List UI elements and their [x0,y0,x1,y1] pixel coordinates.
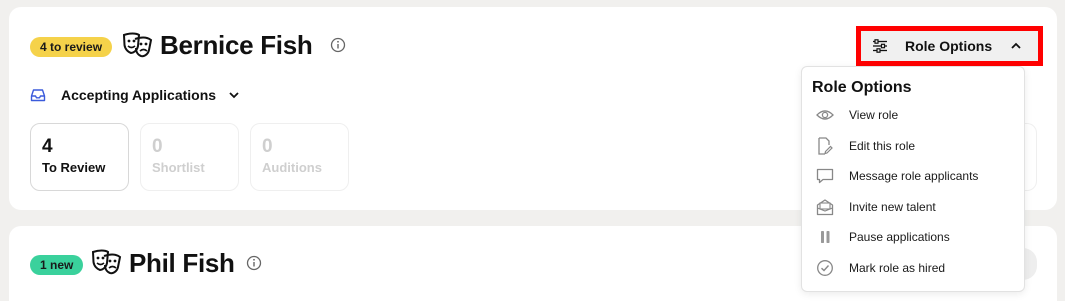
stat-value: 0 [262,136,273,157]
chevron-up-icon [1011,42,1021,49]
edit-document-icon [816,137,834,155]
stat-value: 4 [42,136,53,157]
role-options-menu: Role Options View role Edit this role Me… [801,66,1025,292]
stat-label: Shortlist [152,160,205,175]
new-count-badge: 1 new [30,255,84,275]
stat-shortlist[interactable]: 0 Shortlist [140,123,239,191]
review-count-badge: 4 to review [30,37,113,57]
stat-value: 0 [152,136,163,157]
stat-to-review[interactable]: 4 To Review [30,123,129,191]
eye-icon [816,106,834,124]
chevron-down-icon [229,92,239,99]
role-options-label: Role Options [905,38,993,54]
menu-item-label: Edit this role [849,139,916,153]
menu-item-pause-applications[interactable]: Pause applications [816,226,950,248]
role-options-button[interactable]: Role Options [856,26,1043,66]
menu-item-label: Mark role as hired [849,261,946,275]
stat-label: To Review [42,160,106,175]
menu-item-message-applicants[interactable]: Message role applicants [816,165,978,187]
invite-envelope-icon [816,198,834,216]
check-circle-icon [816,259,834,277]
menu-item-edit-role[interactable]: Edit this role [816,135,915,157]
chat-bubble-icon [816,167,834,185]
stat-auditions[interactable]: 0 Auditions [250,123,349,191]
menu-item-label: Message role applicants [849,169,979,183]
menu-item-label: Invite new talent [849,200,936,214]
menu-item-label: Pause applications [849,230,950,244]
menu-item-view-role[interactable]: View role [816,104,898,126]
options-button-edge [1023,248,1037,280]
stat-label: Auditions [262,160,322,175]
theater-masks-icon [122,32,153,58]
menu-title: Role Options [812,79,912,96]
info-icon[interactable] [246,255,262,271]
status-label: Accepting Applications [61,87,217,103]
pause-icon [816,228,834,246]
theater-masks-icon [91,249,122,275]
menu-item-mark-hired[interactable]: Mark role as hired [816,257,945,279]
sliders-icon [873,39,887,53]
menu-item-label: View role [849,108,899,122]
info-icon[interactable] [330,37,346,53]
inbox-icon [30,89,46,102]
application-status-dropdown[interactable]: Accepting Applications [30,85,240,105]
menu-item-invite-talent[interactable]: Invite new talent [816,196,936,218]
stat-box-edge [1023,123,1037,191]
role-title[interactable]: Bernice Fish [160,30,313,60]
role-title[interactable]: Phil Fish [129,248,235,278]
